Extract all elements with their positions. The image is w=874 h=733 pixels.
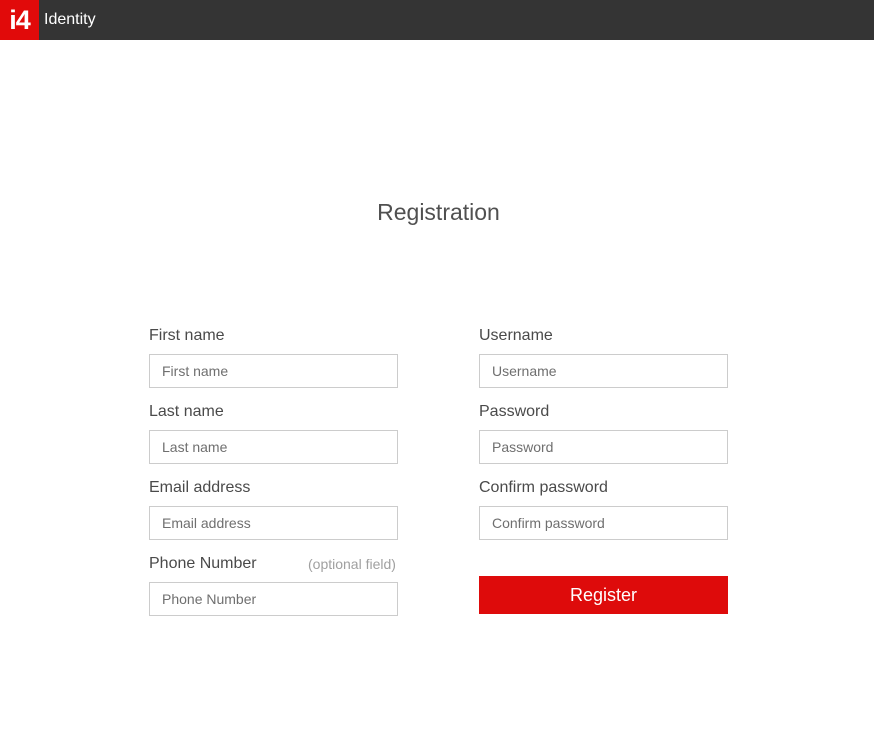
phone-number-label: Phone Number (149, 555, 257, 572)
password-label: Password (479, 403, 550, 420)
username-label: Username (479, 327, 553, 344)
top-bar: i4 Identity (0, 0, 874, 40)
page-title: Registration (377, 199, 500, 225)
optional-field-note: (optional field) (308, 556, 396, 572)
first-name-input[interactable] (149, 354, 398, 388)
app-title: Identity (44, 11, 96, 28)
last-name-label: Last name (149, 403, 224, 420)
email-input[interactable] (149, 506, 398, 540)
confirm-password-label: Confirm password (479, 479, 608, 496)
first-name-label: First name (149, 327, 225, 344)
phone-number-input[interactable] (149, 582, 398, 616)
i4-logo[interactable]: i4 (0, 0, 39, 40)
email-label: Email address (149, 479, 251, 496)
last-name-input[interactable] (149, 430, 398, 464)
username-input[interactable] (479, 354, 728, 388)
confirm-password-input[interactable] (479, 506, 728, 540)
register-button[interactable]: Register (479, 576, 728, 614)
password-input[interactable] (479, 430, 728, 464)
